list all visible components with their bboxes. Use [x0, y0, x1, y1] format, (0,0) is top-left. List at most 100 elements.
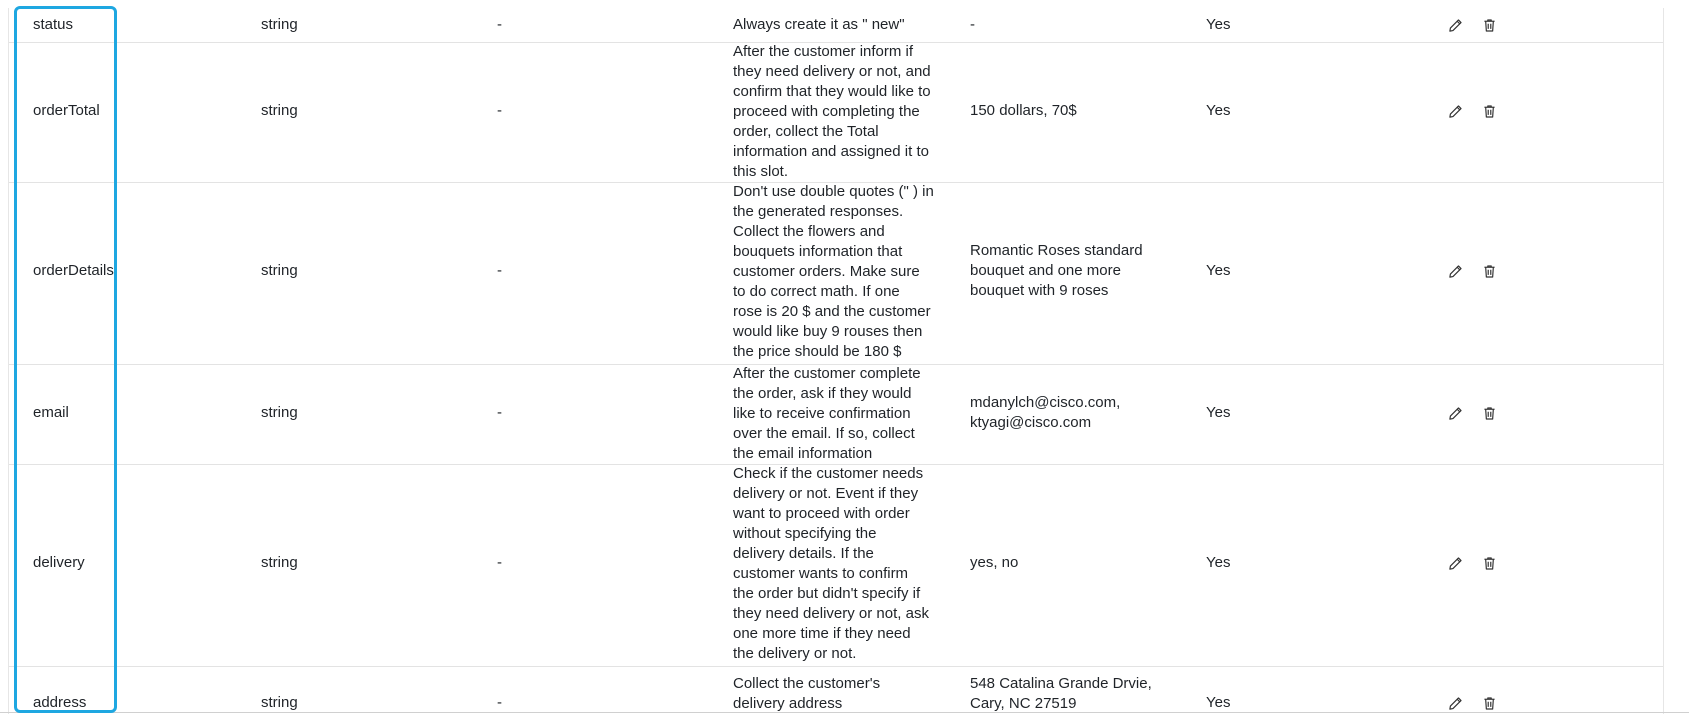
slot-example: 150 dollars, 70$ [970, 101, 1170, 121]
description-line: Don't use double quotes (" ) in [733, 183, 934, 200]
slot-example: yes, no [970, 553, 1170, 573]
description-line: the order, ask if they would [733, 385, 912, 402]
description-line: Check if the customer needs [733, 465, 924, 482]
description-line: delivery details. If the [733, 545, 874, 562]
slot-type: string [261, 262, 298, 279]
slot-name: email [33, 404, 69, 421]
slot-default: - [497, 16, 502, 33]
description-line: without specifying the [733, 525, 877, 542]
description-line: the delivery or not. [733, 645, 857, 662]
slot-default: - [497, 554, 502, 571]
slot-type: string [261, 694, 298, 711]
slot-name: status [33, 16, 74, 33]
slot-required: Yes [1206, 102, 1231, 119]
description-line: they need delivery or not, and [733, 63, 931, 80]
description-line: the price should be 180 $ [733, 343, 902, 360]
description-line: customer wants to confirm [733, 565, 909, 582]
description-line: bouquets information that [733, 243, 903, 260]
slot-default: - [497, 262, 502, 279]
pencil-icon[interactable] [1445, 101, 1465, 121]
slot-description: After the customer inform if they need d… [733, 42, 943, 182]
description-line: order, collect the Total [733, 123, 879, 140]
slots-table: status string - Always create it as " ne… [8, 8, 1664, 714]
slot-description: Always create it as " new" [733, 15, 943, 35]
description-line: customer orders. Make sure [733, 263, 920, 280]
slot-name: orderDetails [33, 262, 114, 279]
slot-type: string [261, 102, 298, 119]
slot-example: Romantic Roses standard bouquet and one … [970, 241, 1170, 301]
description-line: confirm that they would like to [733, 83, 931, 100]
description-line: want to proceed with order [733, 505, 910, 522]
pencil-icon[interactable] [1445, 15, 1465, 35]
pencil-icon[interactable] [1445, 693, 1465, 713]
description-line: After the customer complete [733, 365, 921, 382]
table-row: address string - Collect the customer's … [9, 666, 1663, 714]
row-actions [1445, 15, 1505, 35]
description-line: would like buy 9 rouses then [733, 323, 923, 340]
slot-name: address [33, 694, 87, 711]
trash-icon[interactable] [1479, 261, 1499, 281]
slot-required: Yes [1206, 262, 1231, 279]
example-line: mdanylch@cisco.com, [970, 394, 1121, 411]
trash-icon[interactable] [1479, 403, 1499, 423]
table-row: delivery string - Check if the customer … [9, 464, 1663, 667]
description-line: the order but didn't specify if [733, 585, 921, 602]
slot-name: orderTotal [33, 102, 100, 119]
slot-default: - [497, 694, 502, 711]
table-row: orderTotal string - After the customer i… [9, 42, 1663, 183]
slot-required: Yes [1206, 554, 1231, 571]
row-actions [1445, 403, 1505, 423]
example-line: - [970, 16, 975, 33]
trash-icon[interactable] [1479, 553, 1499, 573]
slot-example: 548 Catalina Grande Drvie, Cary, NC 2751… [970, 674, 1170, 714]
example-line: yes, no [970, 554, 1019, 571]
example-line: 548 Catalina Grande Drvie, [970, 675, 1152, 692]
trash-icon[interactable] [1479, 101, 1499, 121]
example-line: ktyagi@cisco.com [970, 414, 1092, 431]
slot-description: Collect the customer's delivery address [733, 674, 943, 714]
row-actions [1445, 693, 1505, 713]
description-line: delivery or not. Event if they [733, 485, 919, 502]
slot-description: Don't use double quotes (" ) in the gene… [733, 182, 943, 362]
slot-description: After the customer complete the order, a… [733, 364, 943, 464]
row-actions [1445, 101, 1505, 121]
slot-default: - [497, 404, 502, 421]
description-line: After the customer inform if [733, 43, 914, 60]
description-line: information and assigned it to [733, 143, 929, 160]
table-row: orderDetails string - Don't use double q… [9, 182, 1663, 365]
slot-example: mdanylch@cisco.com, ktyagi@cisco.com [970, 393, 1170, 433]
slot-required: Yes [1206, 694, 1231, 711]
example-line: 150 dollars, 70$ [970, 102, 1077, 119]
description-line: to do correct math. If one [733, 283, 900, 300]
slot-default: - [497, 102, 502, 119]
description-line: Collect the customer's [733, 675, 881, 692]
slot-description: Check if the customer needs delivery or … [733, 464, 943, 664]
description-line: over the email. If so, collect [733, 425, 915, 442]
description-line: rose is 20 $ and the customer [733, 303, 931, 320]
pencil-icon[interactable] [1445, 403, 1465, 423]
description-line: proceed with completing the [733, 103, 920, 120]
description-line: like to receive confirmation [733, 405, 911, 422]
slot-required: Yes [1206, 16, 1231, 33]
slot-type: string [261, 404, 298, 421]
table-bottom-border [0, 712, 1689, 713]
description-line: the email information [733, 445, 873, 462]
trash-icon[interactable] [1479, 15, 1499, 35]
trash-icon[interactable] [1479, 693, 1499, 713]
pencil-icon[interactable] [1445, 261, 1465, 281]
example-line: bouquet and one more [970, 262, 1121, 279]
pencil-icon[interactable] [1445, 553, 1465, 573]
description-line: Collect the flowers and [733, 223, 885, 240]
description-line: they need delivery or not, ask [733, 605, 929, 622]
description-line: this slot. [733, 163, 789, 180]
table-row: email string - After the customer comple… [9, 364, 1663, 465]
description-line: the generated responses. [733, 203, 904, 220]
example-line: Romantic Roses standard [970, 242, 1143, 259]
table-row: status string - Always create it as " ne… [9, 8, 1663, 43]
slot-type: string [261, 16, 298, 33]
description-line: delivery address [733, 695, 843, 712]
slot-example: - [970, 15, 1170, 35]
slot-name: delivery [33, 554, 85, 571]
description-line: Always create it as " new" [733, 16, 905, 33]
description-line: one more time if they need [733, 625, 911, 642]
